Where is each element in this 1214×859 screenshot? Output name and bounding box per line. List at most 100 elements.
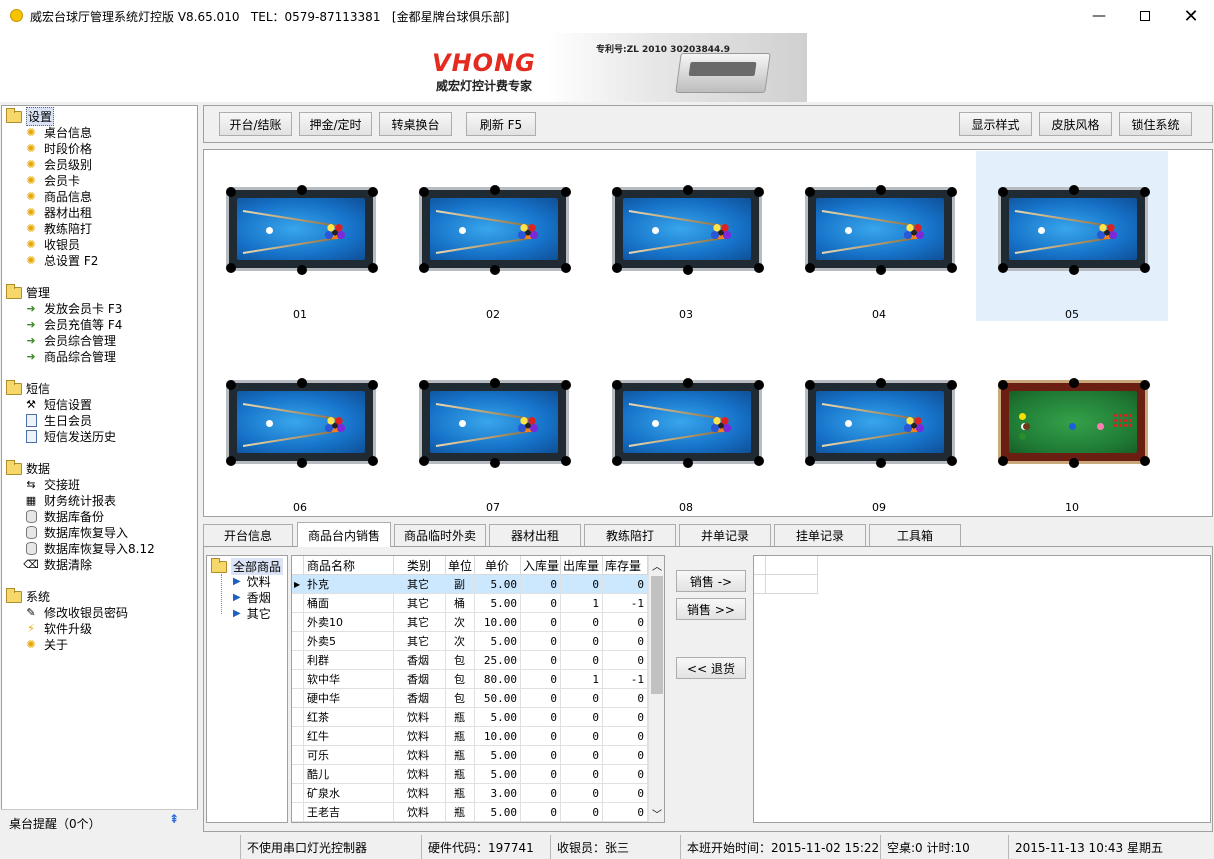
status-light-controller: 不使用串口灯光控制器 bbox=[240, 835, 421, 859]
display-style-button[interactable]: 显示样式 bbox=[959, 112, 1032, 136]
transfer-table-button[interactable]: 转桌换台 bbox=[379, 112, 452, 136]
table-cell: 包 bbox=[446, 689, 475, 708]
sidebar-item[interactable]: ⌫ 数据清除 bbox=[23, 556, 92, 572]
sidebar-item[interactable]: ⇆ 交接班 bbox=[24, 476, 80, 492]
table-number-label: 05 bbox=[1065, 308, 1079, 321]
row-indicator bbox=[292, 803, 304, 822]
sidebar-item[interactable]: 短信发送历史 bbox=[24, 428, 116, 444]
table-row[interactable]: 王老吉 饮料瓶 5.00 0 0 0 bbox=[292, 803, 649, 822]
table-row[interactable]: 红牛 饮料瓶 10.00 0 0 0 bbox=[292, 727, 649, 746]
table-row[interactable]: 可乐 饮料瓶 5.00 0 0 0 bbox=[292, 746, 649, 765]
sidebar-item[interactable]: ✺ 收银员 bbox=[24, 236, 80, 252]
pool-table-08[interactable]: 08 bbox=[590, 344, 782, 514]
table-row[interactable]: 软中华 香烟包 80.00 0 1 -1 bbox=[292, 670, 649, 689]
sidebar-item[interactable]: ✺ 桌台信息 bbox=[24, 124, 92, 140]
category-item[interactable]: ▶ 饮料 bbox=[221, 573, 271, 590]
sidebar-item[interactable]: ➜ 会员综合管理 bbox=[24, 332, 116, 348]
category-item[interactable]: ▶ 香烟 bbox=[221, 589, 271, 606]
sidebar-item[interactable]: ✺ 时段价格 bbox=[24, 140, 92, 156]
col-header-stock[interactable]: 库存量 bbox=[603, 556, 648, 575]
col-header-price[interactable]: 单价 bbox=[475, 556, 521, 575]
sidebar-group-system[interactable]: 系统 bbox=[2, 587, 50, 605]
col-header-unit[interactable]: 单位 bbox=[446, 556, 475, 575]
skin-button[interactable]: 皮肤风格 bbox=[1039, 112, 1112, 136]
sidebar-item[interactable]: ⚒ 短信设置 bbox=[24, 396, 92, 412]
sidebar-item[interactable]: ✺ 会员卡 bbox=[24, 172, 80, 188]
sidebar-item[interactable]: ⚡ 软件升级 bbox=[24, 620, 92, 636]
grid-scrollbar[interactable]: ︿ ﹀ bbox=[648, 556, 664, 822]
sell-all-button[interactable]: 销售 >> bbox=[676, 598, 746, 620]
scroll-down-icon[interactable]: ﹀ bbox=[652, 806, 662, 821]
sidebar-item[interactable]: 数据库备份 bbox=[24, 508, 104, 524]
table-row[interactable]: 矿泉水 饮料瓶 3.00 0 0 0 bbox=[292, 784, 649, 803]
sidebar-group-sms[interactable]: 短信 bbox=[2, 379, 50, 397]
table-row[interactable]: 外卖5 其它次 5.00 0 0 0 bbox=[292, 632, 649, 651]
scroll-up-icon[interactable]: ︿ bbox=[652, 558, 662, 573]
sidebar-item[interactable]: ✺ 总设置 F2 bbox=[24, 252, 98, 268]
refresh-button[interactable]: 刷新 F5 bbox=[466, 112, 536, 136]
table-cell: 5.00 bbox=[475, 746, 521, 765]
sidebar-item[interactable]: ✎ 修改收银员密码 bbox=[24, 604, 128, 620]
minimize-button[interactable]: — bbox=[1076, 0, 1122, 32]
pool-table-05[interactable]: 05 bbox=[976, 151, 1168, 321]
tab-coach[interactable]: 教练陪打 bbox=[584, 524, 676, 546]
sidebar-group-settings[interactable]: 设置 bbox=[2, 107, 55, 126]
table-cell: 0 bbox=[561, 803, 603, 822]
close-button[interactable]: ✕ bbox=[1168, 0, 1214, 32]
open-close-button[interactable]: 开台/结账 bbox=[219, 112, 292, 136]
table-cell: 10.00 bbox=[475, 613, 521, 632]
table-row[interactable]: 桶面 其它桶 5.00 0 1 -1 bbox=[292, 594, 649, 613]
table-row[interactable]: 酷儿 饮料瓶 5.00 0 0 0 bbox=[292, 765, 649, 784]
col-header-name[interactable]: 商品名称 bbox=[304, 556, 394, 575]
sidebar-item[interactable]: ✺ 商品信息 bbox=[24, 188, 92, 204]
collapse-icon[interactable]: ⇞ bbox=[169, 812, 179, 826]
table-cell: 5.00 bbox=[475, 803, 521, 822]
table-row[interactable]: 外卖10 其它次 10.00 0 0 0 bbox=[292, 613, 649, 632]
deposit-timer-button[interactable]: 押金/定时 bbox=[299, 112, 372, 136]
tab-takeaway-sales[interactable]: 商品临时外卖 bbox=[394, 524, 486, 546]
col-header-category[interactable]: 类别 bbox=[394, 556, 446, 575]
sidebar-item[interactable]: 数据库恢复导入 bbox=[24, 524, 128, 540]
pool-table-07[interactable]: 07 bbox=[397, 344, 589, 514]
sidebar-item[interactable]: ✺ 关于 bbox=[24, 636, 68, 652]
pool-table-09[interactable]: 09 bbox=[783, 344, 975, 514]
sidebar-item[interactable]: 数据库恢复导入8.12 bbox=[24, 540, 155, 556]
pool-table-03[interactable]: 03 bbox=[590, 151, 782, 321]
tab-merge-records[interactable]: 并单记录 bbox=[679, 524, 771, 546]
sidebar-item[interactable]: ✺ 器材出租 bbox=[24, 204, 92, 220]
pool-table-02[interactable]: 02 bbox=[397, 151, 589, 321]
tab-in-table-sales[interactable]: 商品台内销售 bbox=[297, 522, 391, 547]
arrow-right-icon: ➜ bbox=[26, 301, 36, 315]
lock-system-button[interactable]: 锁住系统 bbox=[1119, 112, 1192, 136]
col-header-in[interactable]: 入库量 bbox=[521, 556, 561, 575]
col-header-out[interactable]: 出库量 bbox=[561, 556, 603, 575]
table-row[interactable]: 硬中华 香烟包 50.00 0 0 0 bbox=[292, 689, 649, 708]
sidebar-item[interactable]: ✺ 教练陪打 bbox=[24, 220, 92, 236]
sidebar-item[interactable]: 生日会员 bbox=[24, 412, 92, 428]
sell-one-button[interactable]: 销售 -> bbox=[676, 570, 746, 592]
sidebar-item[interactable]: ▦ 财务统计报表 bbox=[24, 492, 116, 508]
tab-equipment-rental[interactable]: 器材出租 bbox=[489, 524, 581, 546]
tab-open-info[interactable]: 开台信息 bbox=[203, 524, 293, 546]
pool-table-01[interactable]: 01 bbox=[204, 151, 396, 321]
category-item[interactable]: ▶ 其它 bbox=[221, 605, 271, 622]
pool-table-04[interactable]: 04 bbox=[783, 151, 975, 321]
sidebar-item[interactable]: ➜ 商品综合管理 bbox=[24, 348, 116, 364]
return-button[interactable]: << 退货 bbox=[676, 657, 746, 679]
sidebar-item[interactable]: ➜ 会员充值等 F4 bbox=[24, 316, 122, 332]
scrollbar-thumb[interactable] bbox=[651, 576, 663, 694]
sidebar-group-manage[interactable]: 管理 bbox=[2, 283, 50, 301]
tab-toolbox[interactable]: 工具箱 bbox=[869, 524, 961, 546]
pool-table-10[interactable]: 10 bbox=[976, 344, 1168, 514]
sidebar-item[interactable]: ✺ 会员级别 bbox=[24, 156, 92, 172]
sidebar-item[interactable]: ➜ 发放会员卡 F3 bbox=[24, 300, 122, 316]
tab-pending-records[interactable]: 挂单记录 bbox=[774, 524, 866, 546]
table-row[interactable]: ▶ 扑克 其它副 5.00 0 0 0 bbox=[292, 575, 649, 594]
maximize-button[interactable] bbox=[1122, 0, 1168, 32]
pool-table-06[interactable]: 06 bbox=[204, 344, 396, 514]
table-row[interactable]: 红茶 饮料瓶 5.00 0 0 0 bbox=[292, 708, 649, 727]
table-cell: 0 bbox=[521, 803, 561, 822]
sidebar-group-data[interactable]: 数据 bbox=[2, 459, 50, 477]
gear-icon: ✺ bbox=[26, 205, 36, 219]
table-row[interactable]: 利群 香烟包 25.00 0 0 0 bbox=[292, 651, 649, 670]
